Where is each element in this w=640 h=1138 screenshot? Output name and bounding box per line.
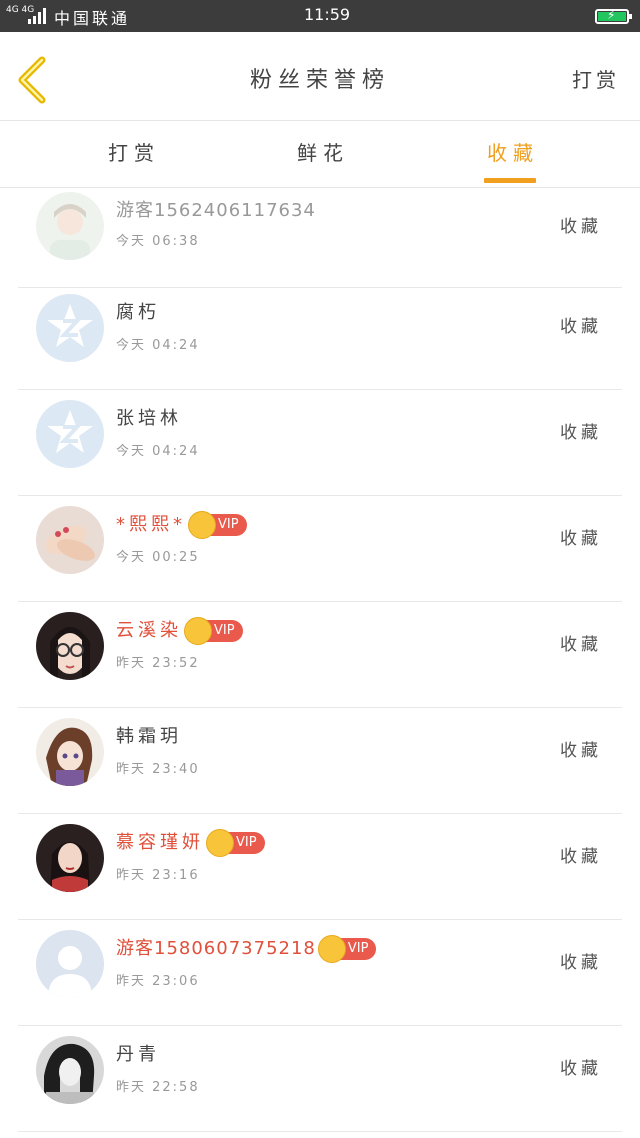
crown-icon (184, 617, 212, 645)
favorite-label: 收藏 (560, 1059, 602, 1079)
list-item[interactable]: 腐朽 今天 04:24 收藏 (18, 284, 622, 390)
user-name: 游客15806073752​18 VIP (116, 934, 377, 963)
timestamp: 昨天 23:52 (116, 656, 200, 671)
vip-badge: VIP (317, 935, 377, 963)
signal-icon (28, 8, 48, 24)
favorite-label: 收藏 (560, 847, 602, 867)
tab-reward[interactable]: 打赏 (108, 137, 160, 166)
hands-photo-avatar (36, 506, 104, 574)
timestamp: 昨天 22:58 (116, 1080, 200, 1095)
crown-icon (206, 829, 234, 857)
default-person-avatar (36, 930, 104, 998)
vip-badge: VIP (206, 829, 265, 857)
nav-header: 粉丝荣誉榜 打赏 (0, 32, 640, 121)
list-item[interactable]: 丹青 昨天 22:58 收藏 (18, 1026, 622, 1132)
tab-flowers[interactable]: 鲜花 (297, 137, 349, 166)
timestamp: 昨天 23:40 (116, 762, 200, 777)
crown-icon (317, 935, 346, 963)
default-z-avatar (36, 400, 104, 468)
carrier-name: 中国联通 (54, 9, 131, 28)
user-name-text: 慕容瑾妍 (116, 832, 204, 853)
favorite-label: 收藏 (560, 217, 602, 237)
vip-badge-label: VIP (218, 517, 239, 532)
tab-bar: 打赏 鲜花 收藏 (0, 121, 640, 188)
costume-girl-avatar (36, 824, 104, 892)
default-z-avatar (36, 294, 104, 362)
user-name-text: 游客15806073752​18 (116, 938, 316, 959)
vip-badge-label: VIP (214, 623, 235, 638)
list-item[interactable]: 游客15624061176​34 今天 06:38 收藏 (18, 182, 622, 288)
timestamp: 今天 04:24 (116, 444, 200, 459)
vip-badge: VIP (188, 511, 247, 539)
user-name: 丹青 (116, 1044, 160, 1065)
user-name-text: 云溪染 (116, 620, 182, 641)
anime-girl-avatar (36, 718, 104, 786)
vip-badge-label: VIP (236, 835, 257, 850)
list-item[interactable]: 云溪染 VIP 昨天 23:52 收藏 (18, 602, 622, 708)
favorite-label: 收藏 (560, 529, 602, 549)
glasses-girl-avatar (36, 612, 104, 680)
list-item[interactable]: 慕容瑾妍 VIP 昨天 23:16 收藏 (18, 814, 622, 920)
favorite-label: 收藏 (560, 317, 602, 337)
tab-favorites[interactable]: 收藏 (487, 137, 539, 166)
user-name-text: *熙熙* (116, 514, 186, 535)
list-item[interactable]: 韩霜玥 昨天 23:40 收藏 (18, 708, 622, 814)
vip-badge-label: VIP (347, 941, 369, 956)
list-item[interactable]: 游客15806073752​18 VIP 昨天 23:06 收藏 (18, 920, 622, 1026)
crown-icon (188, 511, 216, 539)
page-title: 粉丝荣誉榜 (249, 68, 390, 93)
favorite-label: 收藏 (560, 635, 602, 655)
user-name: 张培林 (116, 408, 182, 429)
favorite-label: 收藏 (560, 423, 602, 443)
list-item[interactable]: 张培林 今天 04:24 收藏 (18, 390, 622, 496)
timestamp: 昨天 23:06 (116, 974, 200, 989)
timestamp: 今天 06:38 (116, 234, 200, 249)
user-name: 腐朽 (116, 302, 160, 323)
status-bar: 4G 4G 中国联通 11:59 ⚡ (0, 0, 640, 32)
clock: 11:59 (304, 5, 351, 24)
user-name: 云溪染 VIP (116, 616, 243, 645)
reward-button[interactable]: 打赏 (572, 64, 620, 93)
favorite-label: 收藏 (560, 953, 602, 973)
user-name: 韩霜玥 (116, 726, 182, 747)
timestamp: 昨天 23:16 (116, 868, 200, 883)
girl-photo-avatar (36, 192, 104, 260)
favorite-label: 收藏 (560, 741, 602, 761)
timestamp: 今天 00:25 (116, 550, 200, 565)
user-name: 慕容瑾妍 VIP (116, 828, 265, 857)
vip-badge: VIP (184, 617, 243, 645)
timestamp: 今天 04:24 (116, 338, 200, 353)
list-item[interactable]: *熙熙* VIP 今天 00:25 收藏 (18, 496, 622, 602)
battery-charging-icon: ⚡ (595, 8, 632, 24)
user-name: *熙熙* VIP (116, 510, 247, 539)
bw-girl-avatar (36, 1036, 104, 1104)
user-name: 游客15624061176​34 (116, 200, 316, 221)
